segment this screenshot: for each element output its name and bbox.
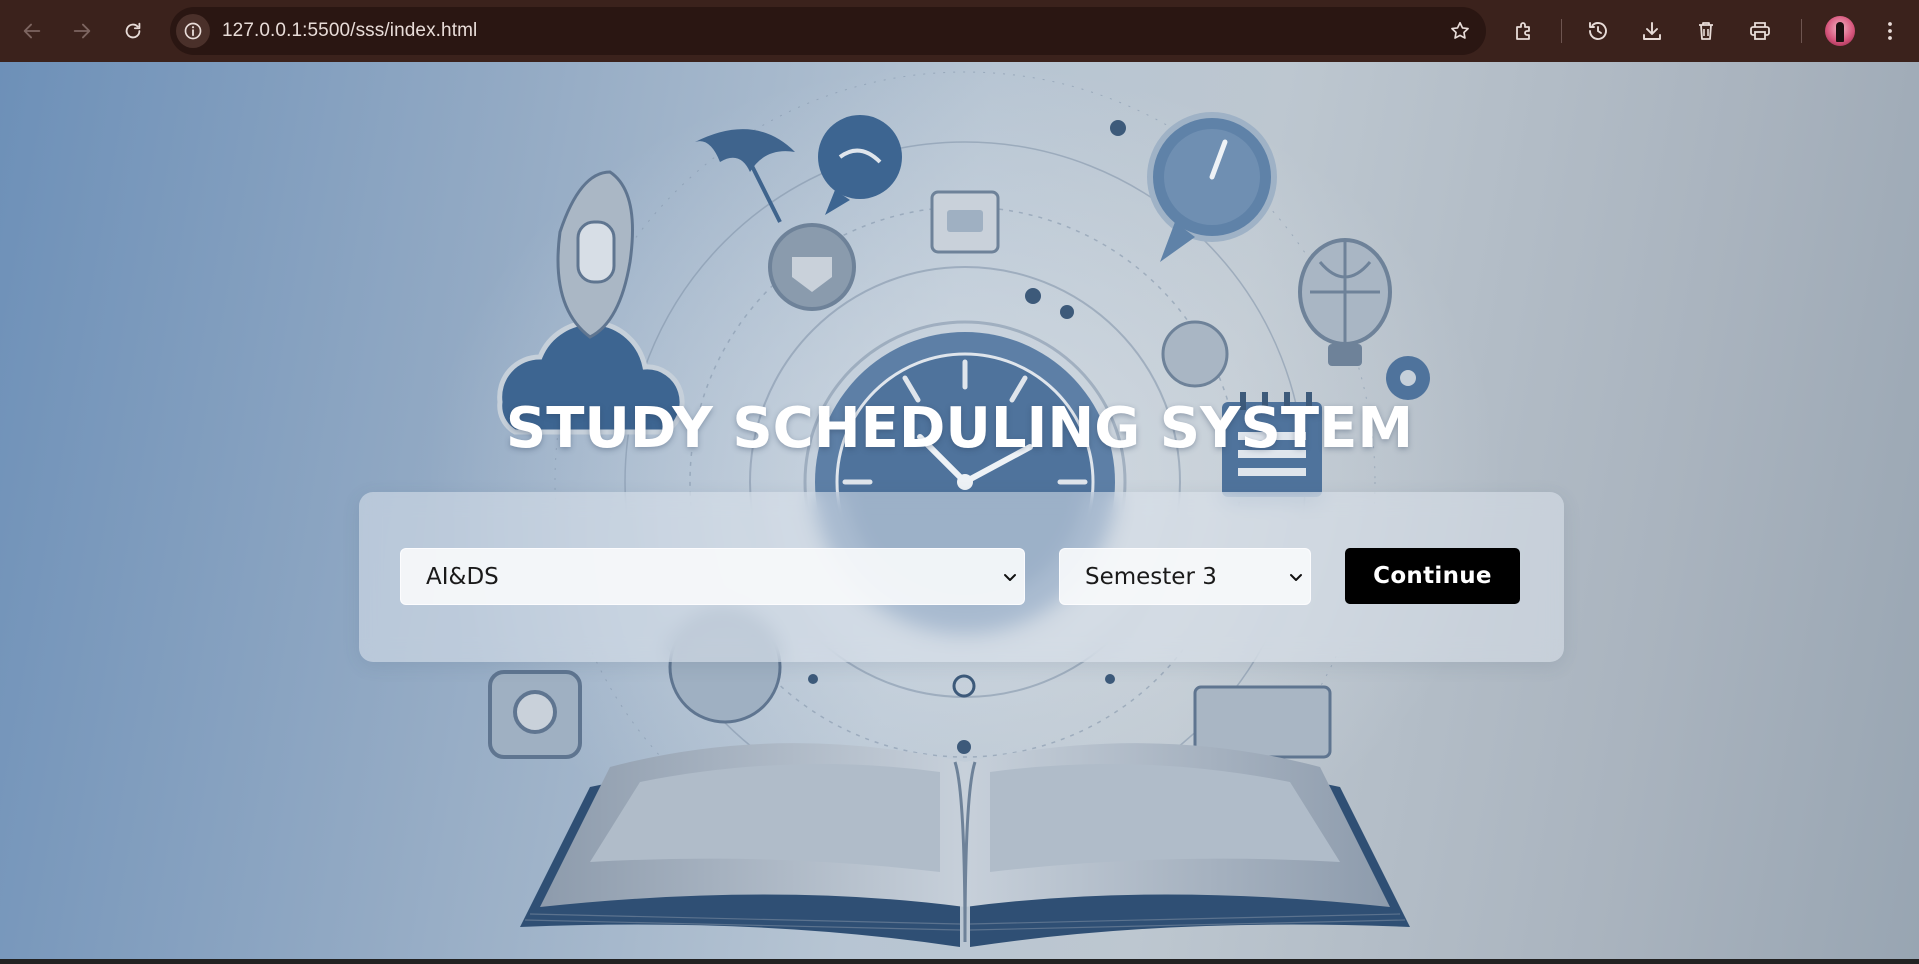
page-bottom-edge — [0, 959, 1919, 964]
semester-select-value: Semester 3 — [1085, 564, 1217, 590]
site-info-button[interactable] — [176, 14, 210, 48]
page-title: STUDY SCHEDULING SYSTEM — [505, 396, 1414, 461]
selection-panel: AI&DS Semester 3 Continue — [359, 492, 1564, 662]
address-bar[interactable]: 127.0.0.1:5500/sss/index.html — [170, 7, 1486, 55]
back-arrow-icon — [23, 23, 41, 39]
print-icon — [1750, 22, 1770, 40]
history-icon — [1589, 22, 1607, 40]
department-select-value: AI&DS — [426, 564, 499, 590]
semester-select[interactable]: Semester 3 — [1059, 548, 1311, 605]
url-text[interactable]: 127.0.0.1:5500/sss/index.html — [222, 7, 477, 55]
reload-icon — [125, 22, 141, 39]
browser-toolbar: 127.0.0.1:5500/sss/index.html — [0, 0, 1919, 62]
delete-button[interactable] — [1688, 13, 1724, 49]
print-button[interactable] — [1742, 13, 1778, 49]
extensions-button[interactable] — [1506, 13, 1542, 49]
delete-icon — [1699, 22, 1713, 40]
continue-button[interactable]: Continue — [1345, 548, 1520, 604]
reload-button[interactable] — [113, 11, 153, 51]
open-book-icon — [520, 743, 1410, 947]
department-select[interactable]: AI&DS — [400, 548, 1025, 605]
more-menu-icon — [1888, 22, 1892, 40]
avatar-figure — [1836, 22, 1844, 42]
forward-button[interactable] — [62, 11, 102, 51]
bookmark-star-icon — [1451, 21, 1469, 39]
download-button[interactable] — [1634, 13, 1670, 49]
more-menu-button[interactable] — [1872, 13, 1908, 49]
toolbar-separator — [1801, 19, 1802, 43]
download-icon — [1643, 22, 1661, 40]
chevron-down-icon — [1004, 574, 1016, 581]
forward-arrow-icon — [73, 23, 91, 39]
toolbar-separator — [1561, 19, 1562, 43]
chevron-down-icon — [1290, 574, 1302, 581]
history-button[interactable] — [1580, 13, 1616, 49]
page-viewport: STUDY SCHEDULING SYSTEM AI&DS Semester 3… — [0, 62, 1919, 964]
site-info-icon — [184, 22, 202, 40]
extensions-icon — [1516, 22, 1530, 40]
bookmark-button[interactable] — [1446, 17, 1474, 45]
back-button[interactable] — [12, 11, 52, 51]
profile-avatar[interactable] — [1825, 16, 1855, 46]
